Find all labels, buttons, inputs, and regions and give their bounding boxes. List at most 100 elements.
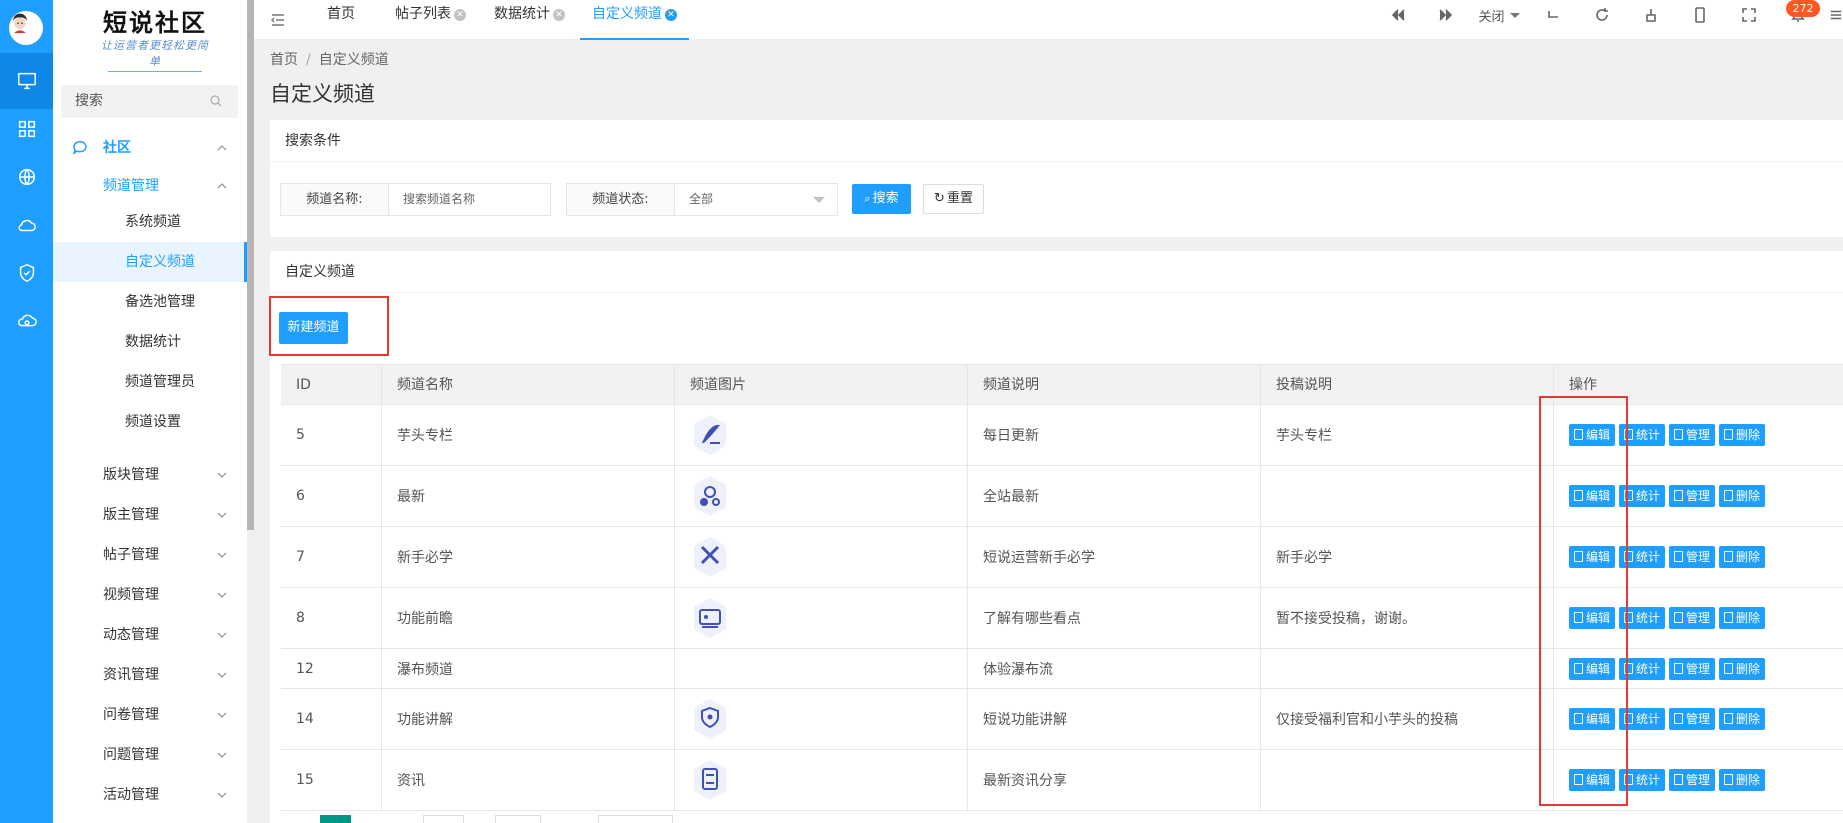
collapse-menu-icon[interactable] — [270, 12, 286, 28]
menu-group-board[interactable]: 版块管理 — [53, 455, 247, 495]
more-menu-button[interactable] — [1829, 0, 1843, 30]
pagination-page[interactable] — [423, 815, 464, 823]
refresh-button[interactable] — [1588, 0, 1616, 30]
cleanup-button[interactable] — [1637, 0, 1665, 30]
channel-name-input[interactable]: 搜索频道名称 — [403, 184, 475, 215]
manage-button[interactable]: 管理 — [1669, 769, 1716, 791]
tab-custom-channel[interactable]: 自定义频道 ✕ — [580, 0, 689, 40]
menu-group-community[interactable]: 社区 — [53, 128, 247, 168]
delete-button[interactable]: 删除 — [1719, 769, 1766, 791]
mobile-preview-button[interactable] — [1686, 0, 1714, 30]
sidebar-item-candidate-pool[interactable]: 备选池管理 — [53, 282, 247, 322]
menu-group-videos[interactable]: 视频管理 — [53, 575, 247, 615]
search-button[interactable]: ⌕ 搜索 — [852, 184, 911, 214]
breadcrumb-separator: / — [306, 52, 311, 68]
chevron-down-icon — [217, 712, 227, 718]
manage-button[interactable]: 管理 — [1669, 424, 1716, 446]
cell-image — [675, 466, 968, 526]
sidebar-item-statistics[interactable]: 数据统计 — [53, 322, 247, 362]
manage-button[interactable]: 管理 — [1669, 546, 1716, 568]
close-tabs-label: 关闭 — [1478, 9, 1505, 25]
manage-button-label: 管理 — [1686, 712, 1711, 726]
close-icon[interactable]: ✕ — [665, 9, 677, 21]
cell-image — [675, 588, 968, 648]
channel-status-label: 频道状态: — [567, 184, 675, 215]
sidebar-item-system-channel[interactable]: 系统频道 — [53, 202, 247, 242]
manage-button[interactable]: 管理 — [1669, 708, 1716, 730]
page-title: 自定义频道 — [270, 82, 375, 106]
col-description: 频道说明 — [968, 365, 1261, 405]
pagination-jump[interactable] — [598, 815, 673, 823]
tab-post-list[interactable]: 帖子列表 ✕ — [395, 0, 466, 40]
screen-icon — [694, 598, 726, 638]
cell-description: 短说运营新手必学 — [968, 527, 1261, 587]
cell-description-text: 了解有哪些看点 — [983, 611, 1081, 627]
manage-button[interactable]: 管理 — [1669, 657, 1716, 680]
sidebar-search[interactable]: 搜索 — [61, 85, 238, 118]
close-tabs-dropdown[interactable]: 关闭 — [1469, 0, 1529, 30]
menu-group-label: 问题管理 — [103, 747, 159, 763]
menu-group-label: 问卷管理 — [103, 707, 159, 723]
cell-description: 全站最新 — [968, 466, 1261, 526]
channel-list-title: 自定义频道 — [270, 251, 1843, 293]
search-card: 搜索条件 — [270, 120, 1843, 237]
channel-status-select[interactable]: 频道状态: 全部 — [566, 183, 838, 216]
cell-name-text: 资讯 — [397, 773, 425, 789]
sidebar-item-channel-settings[interactable]: 频道设置 — [53, 402, 247, 442]
rail-cloud-sync[interactable] — [0, 293, 53, 349]
close-icon[interactable]: ✕ — [553, 9, 565, 21]
chevron-up-icon — [217, 183, 227, 189]
brand-logo[interactable]: 短说社区 让运营者更轻松更简单 — [100, 8, 210, 72]
pagination-page[interactable] — [495, 815, 541, 823]
delete-button[interactable]: 删除 — [1719, 607, 1766, 629]
refresh-icon — [1596, 8, 1608, 21]
cell-name: 功能讲解 — [382, 689, 675, 749]
delete-button[interactable]: 删除 — [1719, 485, 1766, 507]
delete-button[interactable]: 删除 — [1719, 657, 1766, 680]
fullscreen-button[interactable] — [1735, 0, 1763, 30]
menu-group-moments[interactable]: 动态管理 — [53, 615, 247, 655]
manage-button[interactable]: 管理 — [1669, 485, 1716, 507]
delete-button[interactable]: 删除 — [1719, 424, 1766, 446]
menu-group-moderator[interactable]: 版主管理 — [53, 495, 247, 535]
cell-submission — [1261, 750, 1554, 810]
file-icon — [1724, 713, 1734, 724]
manage-button-label: 管理 — [1686, 611, 1711, 625]
sidebar-scrollbar[interactable] — [247, 0, 254, 530]
cell-description: 短说功能讲解 — [968, 689, 1261, 749]
cell-submission-text: 新手必学 — [1276, 550, 1332, 566]
manage-button[interactable]: 管理 — [1669, 607, 1716, 629]
stats-button-label: 统计 — [1636, 712, 1661, 726]
cell-id-text: 6 — [296, 488, 305, 504]
cell-submission: 暂不接受投稿，谢谢。 — [1261, 588, 1554, 648]
copy-icon — [1674, 774, 1684, 785]
caret-down-icon — [1509, 12, 1520, 18]
tab-scroll-right[interactable] — [1432, 0, 1460, 30]
undo-button[interactable] — [1539, 0, 1567, 30]
delete-button[interactable]: 删除 — [1719, 546, 1766, 568]
menu-group-events[interactable]: 活动管理 — [53, 775, 247, 815]
user-avatar[interactable] — [9, 11, 43, 45]
channel-name-field[interactable]: 频道名称: 搜索频道名称 — [280, 183, 551, 216]
sidebar-item-custom-channel[interactable]: 自定义频道 — [53, 242, 247, 282]
breadcrumb-home[interactable]: 首页 — [270, 52, 298, 68]
pagination-current[interactable] — [320, 815, 351, 823]
breadcrumb-current: 自定义频道 — [318, 52, 389, 68]
chevron-down-icon — [217, 552, 227, 558]
sidebar-item-channel-admins[interactable]: 频道管理员 — [53, 362, 247, 402]
manage-button-label: 管理 — [1686, 489, 1711, 503]
tab-scroll-left[interactable] — [1384, 0, 1412, 30]
chevron-down-icon — [217, 752, 227, 758]
close-icon[interactable]: ✕ — [454, 9, 466, 21]
delete-button[interactable]: 删除 — [1719, 708, 1766, 730]
menu-group-news[interactable]: 资讯管理 — [53, 655, 247, 695]
menu-group-channel-manage[interactable]: 频道管理 — [53, 166, 247, 206]
sidebar-item-label: 数据统计 — [125, 334, 181, 350]
menu-group-questions[interactable]: 问题管理 — [53, 735, 247, 775]
tab-home[interactable]: 首页 — [327, 0, 355, 40]
reset-button[interactable]: ↻ 重置 — [923, 184, 984, 214]
cell-id: 7 — [281, 527, 382, 587]
menu-group-survey[interactable]: 问卷管理 — [53, 695, 247, 735]
tab-data-statistics[interactable]: 数据统计 ✕ — [494, 0, 565, 40]
menu-group-posts[interactable]: 帖子管理 — [53, 535, 247, 575]
